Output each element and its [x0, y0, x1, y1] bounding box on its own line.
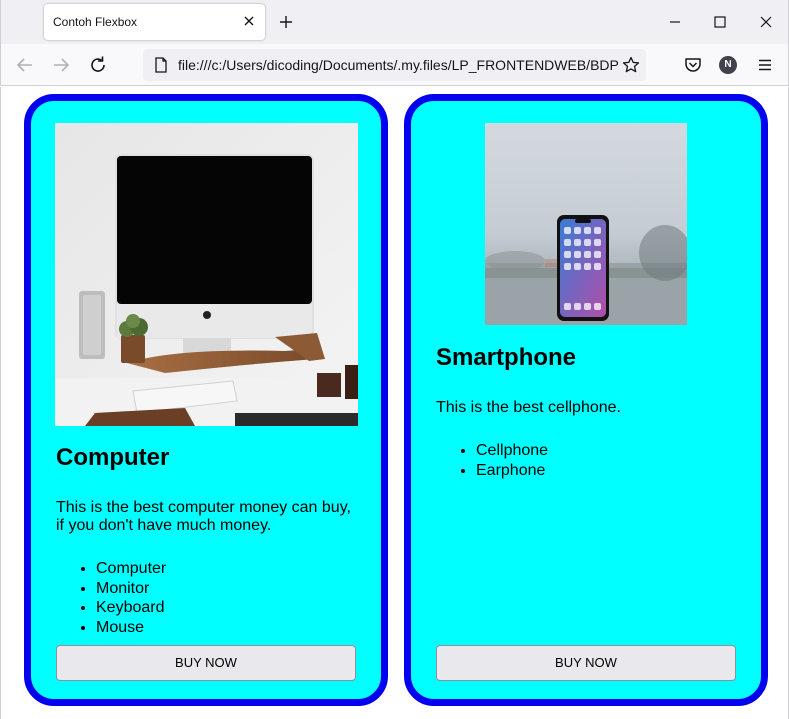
- url-bar[interactable]: file:///c:/Users/dicoding/Documents/.my.…: [143, 49, 646, 81]
- close-tab-icon[interactable]: [239, 11, 259, 31]
- card-description: This is the best cellphone.: [436, 399, 621, 416]
- buy-now-button[interactable]: BUY NOW: [56, 645, 356, 681]
- navigation-toolbar: file:///c:/Users/dicoding/Documents/.my.…: [0, 44, 789, 86]
- list-item: Monitor: [96, 579, 166, 599]
- list-item: Computer: [96, 559, 166, 579]
- list-item: Earphone: [476, 461, 548, 481]
- account-avatar[interactable]: N: [719, 56, 737, 74]
- page-viewport: Computer This is the best computer money…: [0, 87, 789, 719]
- url-text[interactable]: file:///c:/Users/dicoding/Documents/.my.…: [178, 57, 618, 73]
- buy-now-button[interactable]: BUY NOW: [436, 645, 736, 681]
- smartphone-image: [485, 123, 687, 325]
- close-window-icon[interactable]: [756, 12, 776, 32]
- card-description: This is the best computer money can buy,…: [56, 499, 351, 534]
- forward-arrow-icon[interactable]: [50, 54, 72, 76]
- back-arrow-icon[interactable]: [14, 54, 36, 76]
- tab-active[interactable]: Contoh Flexbox: [44, 4, 265, 40]
- product-card-smartphone: Smartphone This is the best cellphone. C…: [404, 94, 768, 706]
- tab-title: Contoh Flexbox: [53, 15, 138, 29]
- computer-image: [55, 123, 358, 426]
- minimize-icon[interactable]: [665, 12, 685, 32]
- pocket-icon[interactable]: [682, 54, 704, 76]
- new-tab-icon[interactable]: [276, 12, 296, 32]
- product-card-computer: Computer This is the best computer money…: [24, 94, 388, 706]
- list-item: Keyboard: [96, 598, 166, 618]
- tab-bar: Contoh Flexbox: [0, 0, 789, 44]
- feature-list: Cellphone Earphone: [436, 441, 548, 480]
- card-title: Smartphone: [436, 344, 577, 371]
- list-item: Mouse: [96, 618, 166, 638]
- feature-list: Computer Monitor Keyboard Mouse: [56, 559, 166, 637]
- bookmark-star-icon[interactable]: [621, 55, 641, 75]
- reload-icon[interactable]: [87, 54, 109, 76]
- card-title: Computer: [56, 444, 170, 471]
- page-icon: [152, 56, 170, 74]
- menu-icon[interactable]: [754, 54, 776, 76]
- list-item: Cellphone: [476, 441, 548, 461]
- maximize-icon[interactable]: [710, 12, 730, 32]
